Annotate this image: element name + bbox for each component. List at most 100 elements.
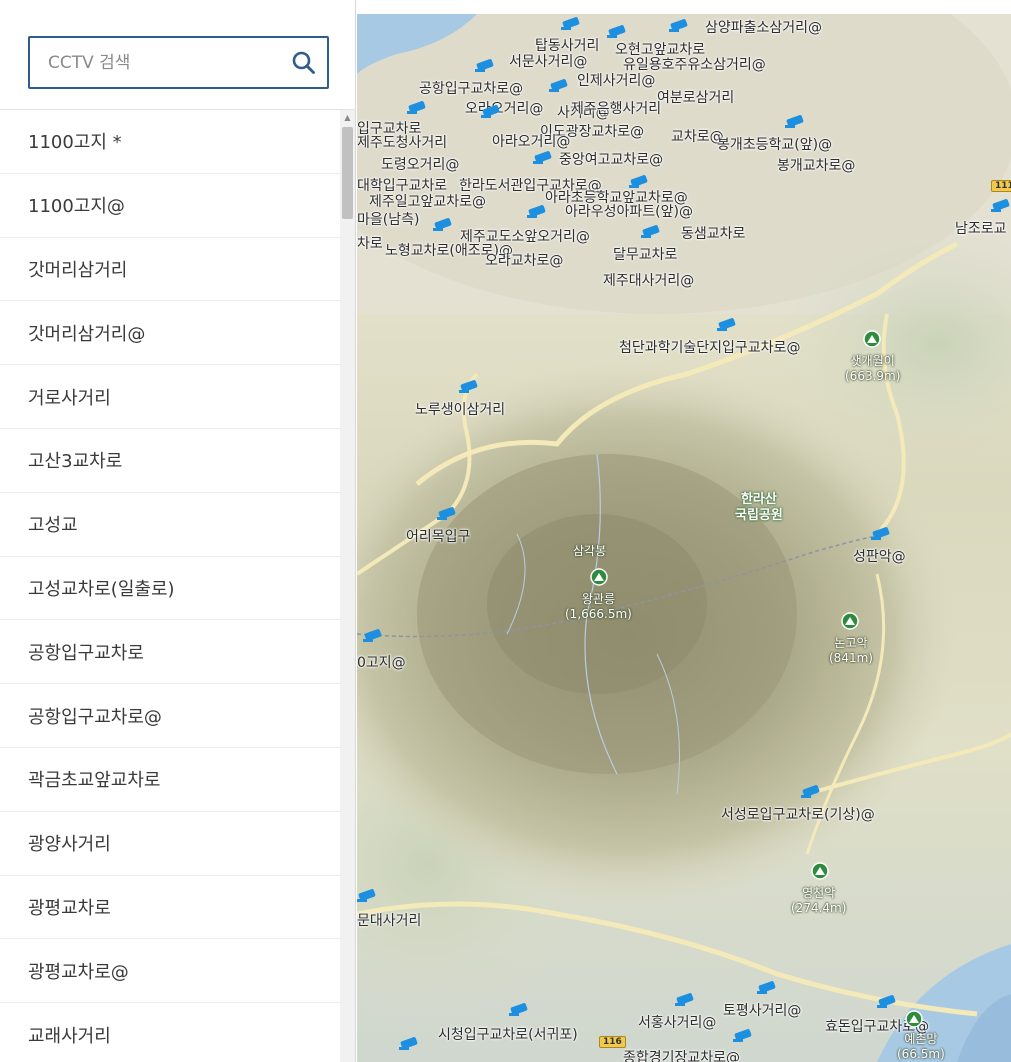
cctv-camera-icon[interactable]: [399, 1036, 421, 1052]
cctv-camera-icon[interactable]: [877, 994, 899, 1010]
cctv-camera-icon[interactable]: [801, 784, 823, 800]
cctv-label[interactable]: 봉개초등학교(앞)@: [717, 134, 832, 154]
road-number-badge: 116: [599, 1036, 626, 1048]
cctv-camera-icon[interactable]: [357, 888, 379, 904]
search-box: [28, 36, 329, 89]
cctv-camera-icon[interactable]: [733, 1028, 755, 1044]
cctv-camera-icon[interactable]: [669, 18, 691, 34]
cctv-camera-icon[interactable]: [717, 317, 739, 333]
scroll-thumb[interactable]: [342, 127, 353, 219]
peak-marker-icon: [905, 1010, 923, 1028]
list-item[interactable]: 1100고지 *: [0, 110, 340, 174]
cctv-label[interactable]: 여분로삼거리: [657, 87, 734, 107]
cctv-label[interactable]: 인제사거리@: [577, 70, 655, 90]
list-item[interactable]: 곽금초교앞교차로: [0, 748, 340, 812]
scroll-up-arrow-icon[interactable]: ▲: [340, 110, 355, 125]
cctv-camera-icon[interactable]: [363, 628, 385, 644]
peak-label: 삼각봉: [573, 544, 607, 558]
cctv-camera-icon[interactable]: [437, 506, 459, 522]
road-number-badge: 1116: [991, 180, 1011, 192]
cctv-list: 1100고지 * 1100고지@ 갓머리삼거리 갓머리삼거리@ 거로사거리 고산…: [0, 110, 340, 1062]
list-item[interactable]: 공항입구교차로@: [0, 684, 340, 748]
cctv-camera-icon[interactable]: [407, 100, 429, 116]
cctv-label[interactable]: 오라오거리@: [465, 98, 543, 118]
cctv-label[interactable]: 제주은행사거리: [571, 98, 661, 118]
peak-label: 영천악 (274.4m): [791, 886, 847, 915]
cctv-camera-icon[interactable]: [561, 16, 583, 32]
peak-label: 예촌망 (66.5m): [897, 1032, 945, 1061]
cctv-label[interactable]: 서성로입구교차로(기상)@: [721, 804, 875, 824]
peak-label: 왕관릉 (1,666.5m): [565, 592, 632, 621]
peak-marker-icon: [590, 568, 608, 586]
cctv-label[interactable]: 노루생이삼거리: [415, 399, 505, 419]
cctv-camera-icon[interactable]: [433, 217, 455, 233]
cctv-label[interactable]: 제주도청사거리: [357, 132, 447, 152]
list-item[interactable]: 광평교차로@: [0, 939, 340, 1004]
map-view[interactable]: 삼양파출소삼거리@ 탑동사거리 오현고앞교차로 서문사거리@ 유일용호주유소삼거…: [357, 14, 1011, 1062]
cctv-label[interactable]: 종합경기장교차로@: [623, 1047, 740, 1062]
cctv-label[interactable]: 달무교차로: [613, 244, 677, 264]
cctv-camera-icon[interactable]: [991, 198, 1011, 214]
cctv-label[interactable]: 교차로@: [671, 126, 724, 146]
peak-marker-icon: [841, 612, 859, 630]
cctv-label[interactable]: 성판악@: [853, 546, 906, 566]
cctv-label[interactable]: 제주대사거리@: [603, 270, 694, 290]
peak-label: 논고악 (841m): [829, 636, 873, 665]
cctv-camera-icon[interactable]: [475, 58, 497, 74]
list-item[interactable]: 교래사거리: [0, 1003, 340, 1062]
cctv-label[interactable]: 차로: [357, 233, 383, 253]
cctv-label[interactable]: 동샘교차로: [681, 223, 745, 243]
cctv-camera-icon[interactable]: [549, 78, 571, 94]
cctv-camera-icon[interactable]: [459, 379, 481, 395]
list-item[interactable]: 광양사거리: [0, 812, 340, 876]
cctv-camera-icon[interactable]: [641, 224, 663, 240]
cctv-label[interactable]: 오라교차로@: [485, 250, 563, 270]
cctv-camera-icon[interactable]: [533, 150, 555, 166]
list-item[interactable]: 갓머리삼거리: [0, 238, 340, 302]
cctv-camera-icon[interactable]: [871, 526, 893, 542]
search-area: [0, 0, 356, 110]
peak-label: 샛개월이 (663.9m): [845, 354, 901, 383]
cctv-camera-icon[interactable]: [629, 174, 651, 190]
cctv-label[interactable]: 문대사거리: [357, 910, 421, 930]
list-item[interactable]: 갓머리삼거리@: [0, 301, 340, 366]
cctv-camera-icon[interactable]: [481, 104, 503, 120]
cctv-label[interactable]: 시청입구교차로(서귀포): [438, 1024, 578, 1044]
cctv-label[interactable]: 봉개교차로@: [777, 155, 855, 175]
cctv-label[interactable]: 도령오거리@: [381, 154, 459, 174]
list-item[interactable]: 거로사거리: [0, 365, 340, 429]
cctv-camera-icon[interactable]: [757, 980, 779, 996]
cctv-label[interactable]: 대학입구교차로: [357, 175, 447, 195]
list-item[interactable]: 고산3교차로: [0, 429, 340, 493]
cctv-label[interactable]: 남조로교: [955, 218, 1007, 238]
list-item[interactable]: 고성교차로(일출로): [0, 557, 340, 621]
cctv-label[interactable]: 첨단과학기술단지입구교차로@: [619, 337, 800, 357]
search-icon[interactable]: [289, 48, 319, 78]
list-item[interactable]: 공항입구교차로: [0, 620, 340, 685]
cctv-label[interactable]: 토평사거리@: [723, 1000, 801, 1020]
cctv-label[interactable]: 서문사거리@: [509, 51, 587, 71]
cctv-label[interactable]: 서홍사거리@: [638, 1012, 716, 1032]
cctv-camera-icon[interactable]: [675, 992, 697, 1008]
list-item[interactable]: 고성교: [0, 493, 340, 557]
cctv-camera-icon[interactable]: [509, 1002, 531, 1018]
cctv-camera-icon[interactable]: [785, 114, 807, 130]
national-park-label: 한라산 국립공원: [735, 492, 783, 523]
list-scrollbar[interactable]: ▲: [340, 110, 355, 1062]
cctv-label[interactable]: 삼양파출소삼거리@: [705, 17, 822, 37]
cctv-label[interactable]: 아라우성아파트(앞)@: [565, 201, 693, 221]
cctv-sidebar: 1100고지 * 1100고지@ 갓머리삼거리 갓머리삼거리@ 거로사거리 고산…: [0, 0, 356, 1062]
cctv-label[interactable]: 마을(남측): [357, 209, 419, 229]
peak-marker-icon: [863, 330, 881, 348]
cctv-label[interactable]: 어리목입구: [406, 526, 470, 546]
cctv-label[interactable]: 아라오거리@: [492, 131, 570, 151]
cctv-label[interactable]: 공항입구교차로@: [419, 78, 523, 98]
cctv-camera-icon[interactable]: [607, 24, 629, 40]
cctv-label[interactable]: 0고지@: [357, 652, 406, 672]
cctv-label[interactable]: 중앙여고교차로@: [559, 149, 663, 169]
list-item[interactable]: 1100고지@: [0, 174, 340, 238]
search-input[interactable]: [30, 38, 280, 87]
list-item[interactable]: 광평교차로: [0, 876, 340, 940]
cctv-map-app: 1100고지 * 1100고지@ 갓머리삼거리 갓머리삼거리@ 거로사거리 고산…: [0, 0, 1011, 1062]
cctv-camera-icon[interactable]: [527, 204, 549, 220]
